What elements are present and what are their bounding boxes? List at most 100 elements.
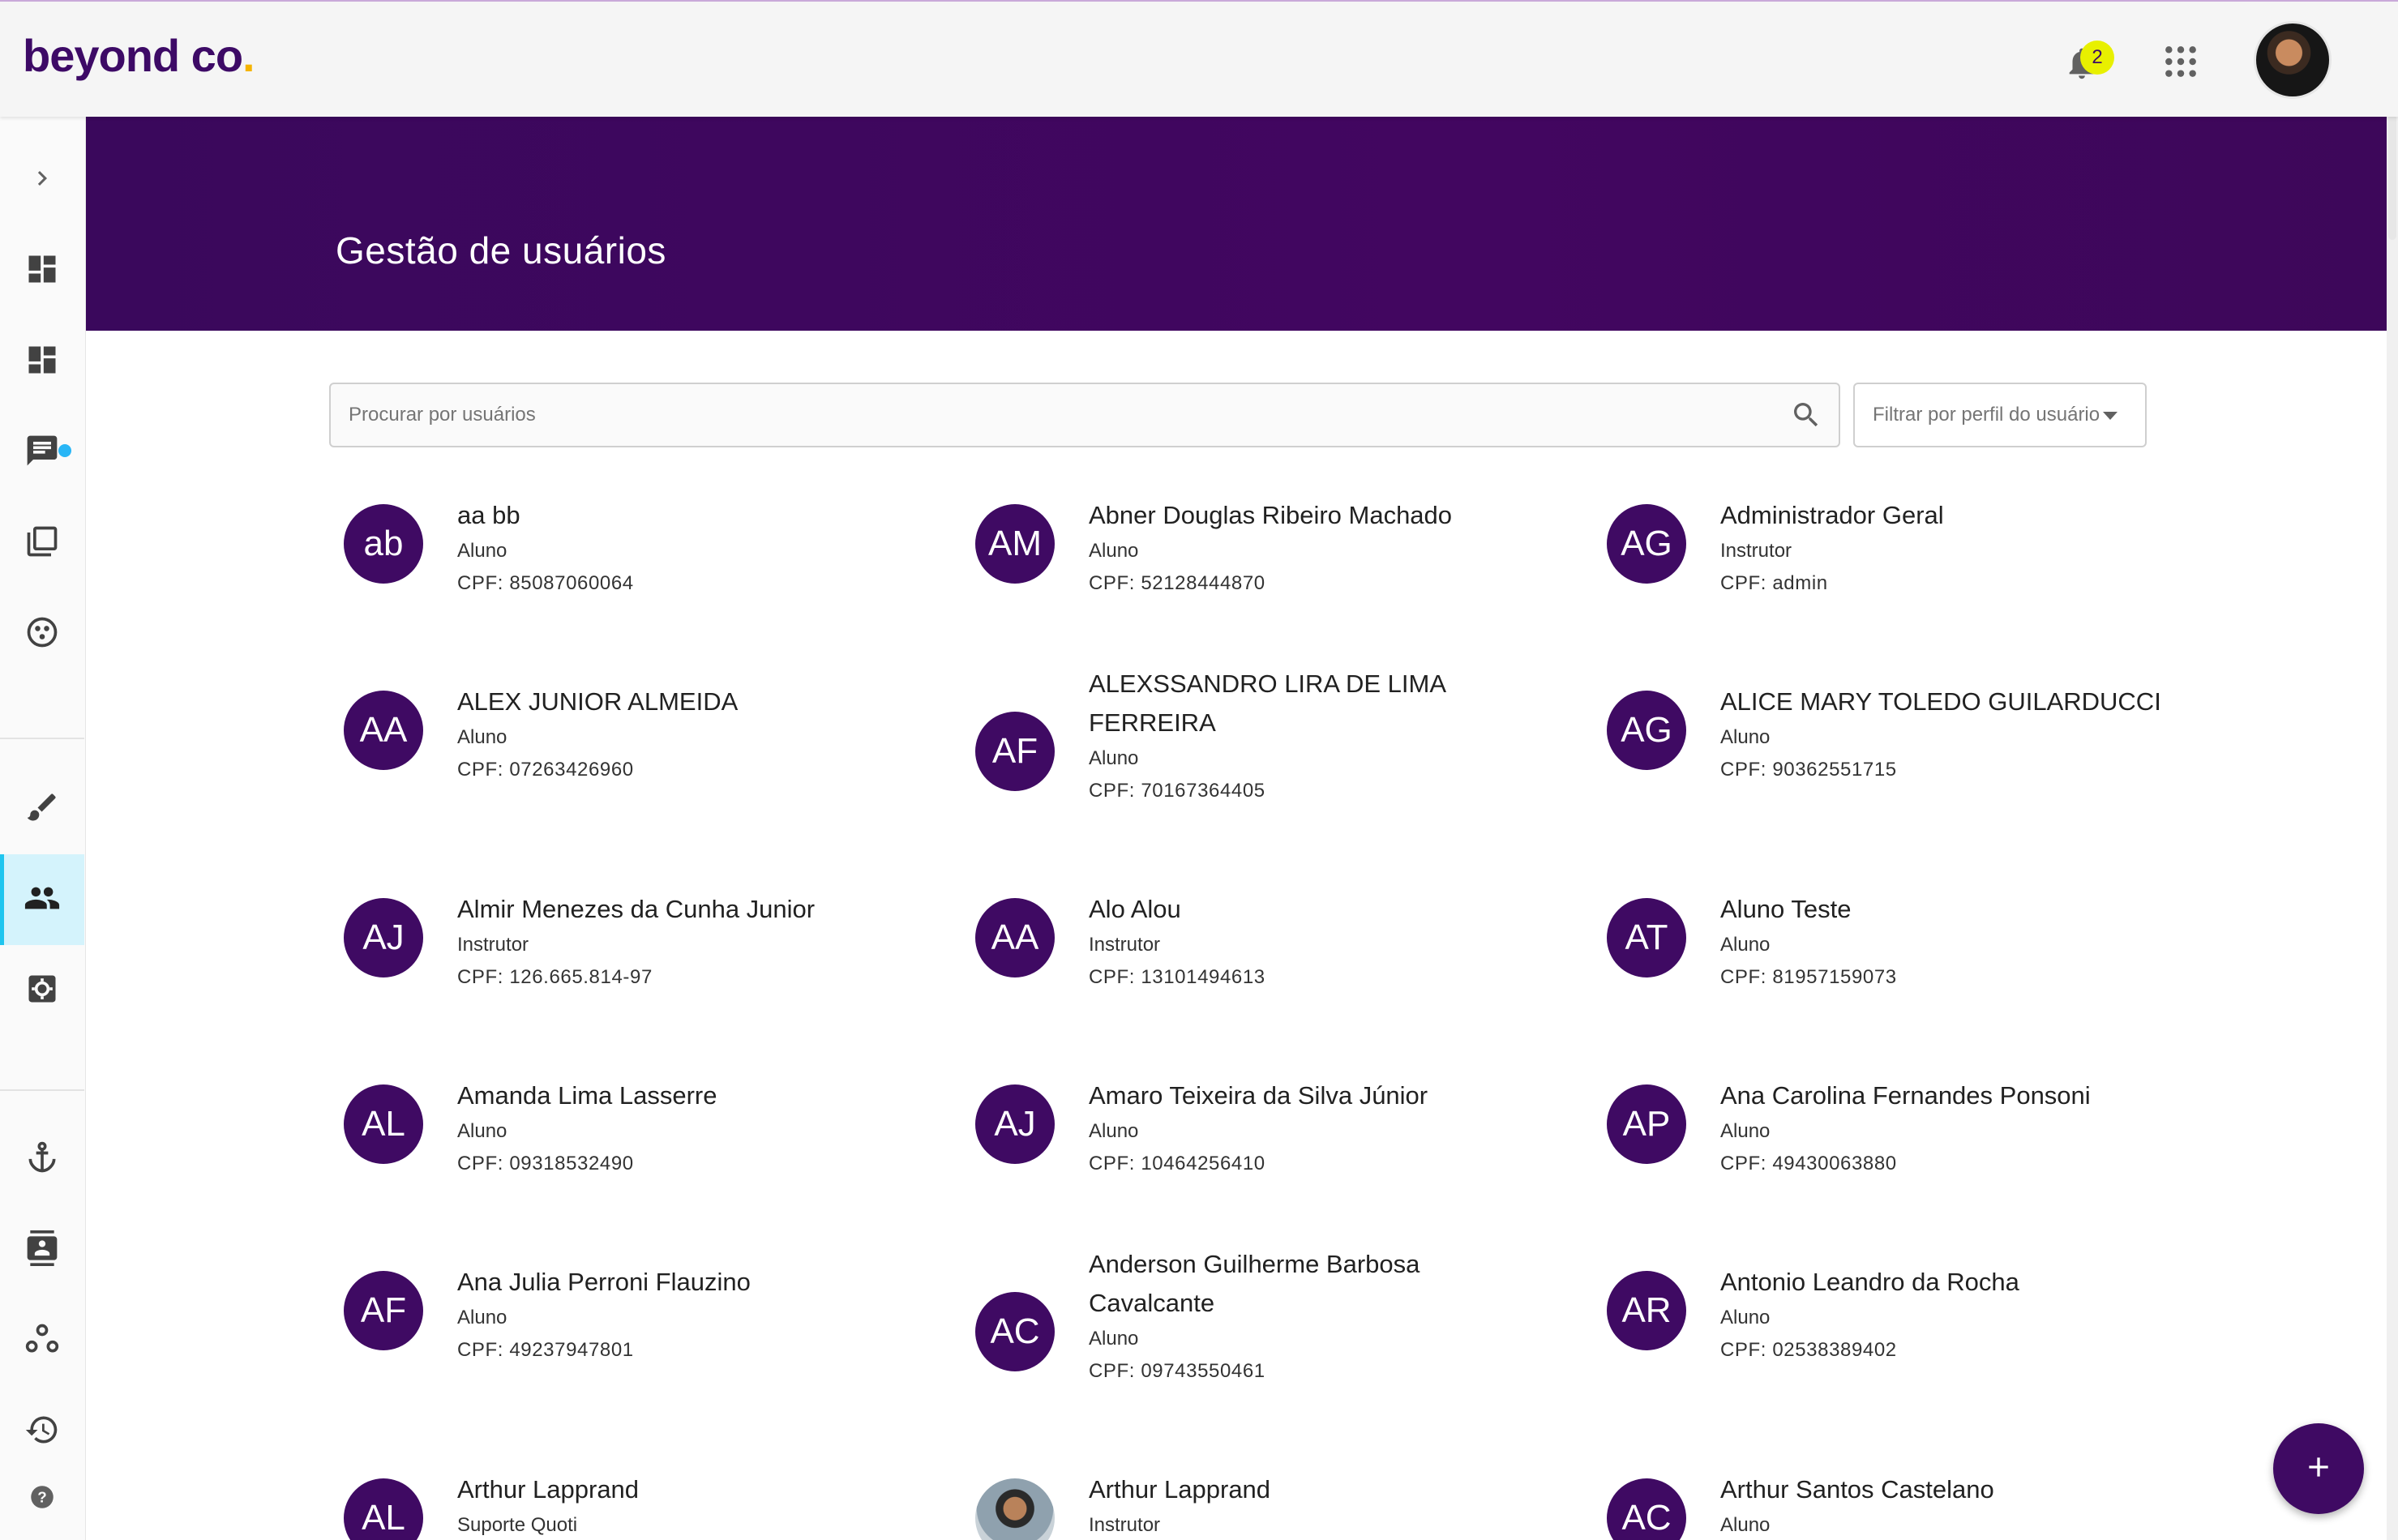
- user-name: Alo Alou: [1089, 895, 1181, 923]
- user-cpf: CPF: 09318532490: [457, 1153, 634, 1174]
- user-name: Arthur Santos Castelano: [1720, 1475, 1994, 1504]
- search-input[interactable]: [331, 384, 1774, 446]
- user-cpf: CPF: 85087060064: [457, 572, 634, 594]
- user-role: Instrutor: [1089, 934, 1161, 956]
- user-avatar-initials: AG: [1607, 691, 1686, 770]
- user-avatar-initials: AT: [1607, 898, 1686, 977]
- user-name: Abner Douglas Ribeiro Machado: [1089, 501, 1453, 529]
- user-info: Amaro Teixeira da Silva Júnior Aluno CPF: …: [1089, 1076, 1510, 1180]
- library-icon: [24, 524, 60, 563]
- brush-icon: [24, 789, 60, 829]
- user-name: aa bb: [457, 501, 520, 529]
- user-role: Aluno: [1720, 934, 1771, 956]
- sidebar-item-help[interactable]: ?: [0, 1462, 84, 1535]
- chat-unread-dot: [58, 444, 71, 457]
- user-name: Arthur Lapprand: [1089, 1475, 1271, 1504]
- user-cpf: CPF: 90362551715: [1720, 759, 1897, 781]
- page-title: Gestão de usuários: [336, 229, 666, 272]
- user-role: Aluno: [1720, 1307, 1771, 1328]
- user-role: Aluno: [457, 1307, 507, 1328]
- sidebar: ?: [0, 117, 86, 1540]
- user-cpf: CPF: 52128444870: [1089, 572, 1265, 594]
- search-field[interactable]: [329, 383, 1840, 447]
- user-cpf: CPF: 07263426960: [457, 759, 634, 781]
- people-icon: [24, 879, 61, 921]
- user-avatar-initials: AG: [1607, 504, 1686, 584]
- user-role: Instrutor: [1720, 540, 1792, 562]
- anchor-icon: [24, 1140, 60, 1179]
- user-info: Almir Menezes da Cunha Junior Instrutor CP…: [457, 890, 944, 994]
- user-role: Aluno: [457, 540, 507, 562]
- user-cpf: CPF: 10464256410: [1089, 1153, 1265, 1174]
- app-root: beyond co. 2 ? Gestão de usuários Procur…: [0, 0, 2398, 1540]
- sidebar-item-users[interactable]: [0, 854, 84, 945]
- user-avatar-initials: AM: [975, 504, 1055, 584]
- user-role: Aluno: [1089, 540, 1139, 562]
- user-name: ALICE MARY TOLEDO GUILARDUCCI: [1720, 687, 2161, 716]
- user-role: Aluno: [457, 1120, 507, 1142]
- user-cpf: CPF: 49430063880: [1720, 1153, 1897, 1174]
- user-name: Amanda Lima Lasserre: [457, 1081, 717, 1110]
- plus-icon: [2302, 1451, 2335, 1487]
- top-bar: beyond co. 2: [0, 0, 2398, 117]
- user-info: Arthur Santos Castelano Aluno: [1720, 1470, 2207, 1540]
- user-name: ALEX JUNIOR ALMEIDA: [457, 687, 739, 716]
- user-cpf: CPF: 70167364405: [1089, 780, 1265, 802]
- settings-icon: [24, 971, 60, 1011]
- sidebar-item-contacts[interactable]: [0, 1204, 84, 1295]
- sidebar-item-settings[interactable]: [0, 945, 84, 1036]
- sidebar-item-dashboard[interactable]: [0, 225, 84, 316]
- user-cpf: CPF: 81957159073: [1720, 966, 1897, 988]
- add-user-button[interactable]: [2273, 1423, 2364, 1514]
- user-name: Antonio Leandro da Rocha: [1720, 1268, 2019, 1296]
- svg-text:?: ?: [37, 1488, 46, 1505]
- user-name: ALEXSSANDRO LIRA DE LIMA FERREIRA: [1089, 669, 1445, 737]
- page-banner: [86, 117, 2388, 331]
- user-cpf: CPF: 126.665.814-97: [457, 966, 653, 988]
- sidebar-item-editor[interactable]: [0, 764, 84, 854]
- user-role: Aluno: [1089, 747, 1139, 769]
- workflow-icon: [24, 1321, 60, 1361]
- user-avatar-initials: AC: [975, 1292, 1055, 1371]
- dashboard-alt-icon: [24, 342, 60, 382]
- search-icon[interactable]: [1774, 384, 1839, 446]
- sidebar-item-anchor[interactable]: [0, 1114, 84, 1204]
- sidebar-item-tokens[interactable]: [0, 588, 84, 679]
- brand-logo[interactable]: beyond co.: [23, 29, 255, 82]
- user-role: Aluno: [1720, 1514, 1771, 1536]
- contacts-icon: [24, 1230, 60, 1270]
- apps-grid-icon[interactable]: [2160, 41, 2202, 83]
- user-name: Amaro Teixeira da Silva Júnior: [1089, 1081, 1428, 1110]
- user-info: ALEXSSANDRO LIRA DE LIMA FERREIRA Aluno CP…: [1089, 665, 1510, 807]
- user-info: Alo Alou Instrutor CPF: 13101494613: [1089, 890, 1510, 994]
- user-avatar-initials: AF: [975, 712, 1055, 791]
- sidebar-item-library[interactable]: [0, 498, 84, 588]
- user-info: Administrador Geral Instrutor CPF: admin: [1720, 496, 2207, 600]
- tokens-icon: [24, 614, 60, 654]
- user-name: Ana Carolina Fernandes Ponsoni: [1720, 1081, 2091, 1110]
- user-info: Anderson Guilherme Barbosa Cavalcante Alu…: [1089, 1245, 1510, 1388]
- sidebar-item-workflow[interactable]: [0, 1295, 84, 1386]
- chevron-right-icon: [28, 164, 57, 197]
- user-cpf: CPF: 02538389402: [1720, 1339, 1897, 1361]
- sidebar-divider: [0, 738, 84, 739]
- sidebar-item-dashboard-alt[interactable]: [0, 316, 84, 407]
- user-avatar-initials: AR: [1607, 1271, 1686, 1350]
- user-role: Aluno: [1720, 726, 1771, 748]
- user-cpf: CPF: 09743550461: [1089, 1360, 1265, 1382]
- user-info: ALEX JUNIOR ALMEIDA Aluno CPF: 07263426960: [457, 682, 944, 786]
- chat-icon: [24, 433, 60, 473]
- user-name: Administrador Geral: [1720, 501, 1944, 529]
- sidebar-toggle-button[interactable]: [0, 135, 84, 225]
- profile-filter-select[interactable]: Filtrar por perfil do usuário: [1853, 383, 2147, 447]
- user-cpf: CPF: 49237947801: [457, 1339, 634, 1361]
- sidebar-item-chat[interactable]: [0, 407, 84, 498]
- brand-logo-dot: .: [242, 30, 255, 81]
- user-cpf: CPF: 13101494613: [1089, 966, 1265, 988]
- user-role: Aluno: [1720, 1120, 1771, 1142]
- user-avatar-initials: AJ: [344, 898, 423, 977]
- current-user-avatar[interactable]: [2254, 21, 2332, 99]
- user-cpf: CPF: admin: [1720, 572, 1828, 594]
- user-name: Anderson Guilherme Barbosa Cavalcante: [1089, 1250, 1420, 1317]
- user-info: Arthur Lapprand Instrutor: [1089, 1470, 1510, 1540]
